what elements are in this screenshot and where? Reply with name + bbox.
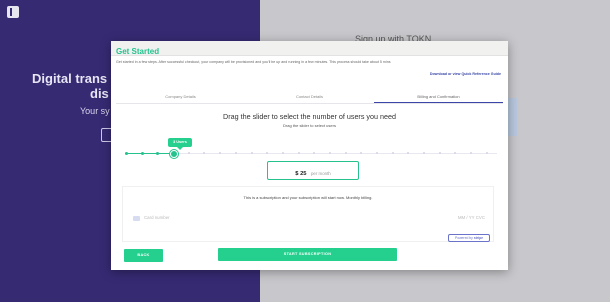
slider-tick[interactable]: [234, 152, 237, 154]
card-number-input[interactable]: Card number: [144, 215, 170, 220]
slider-fill: [125, 153, 174, 154]
modal-title: Get Started: [116, 47, 160, 56]
slider-tick[interactable]: [156, 152, 160, 155]
hero-subtext: Your sy: [80, 106, 110, 116]
subscription-panel: This is a subscription and your subscrip…: [122, 186, 494, 242]
price-unit: per month: [310, 171, 331, 176]
slider-tick[interactable]: [297, 152, 300, 154]
back-button[interactable]: BACK: [124, 249, 163, 262]
hero-heading: Digital trans: [32, 71, 108, 86]
stripe-logo: stripe: [473, 236, 484, 240]
users-count-badge: 3 Users: [168, 138, 192, 150]
modal-intro-text: Get started in a few steps. After succes…: [116, 60, 391, 64]
tab-billing-confirmation[interactable]: Billing and Confirmation: [374, 90, 503, 103]
slider-tick[interactable]: [344, 152, 347, 154]
credit-card-icon: [133, 216, 140, 221]
slider-tick[interactable]: [250, 152, 253, 154]
price-display: $ 25 per month: [267, 161, 359, 180]
slider-tick[interactable]: [438, 152, 441, 154]
price-amount: $ 25: [295, 171, 307, 177]
tab-contact-details[interactable]: Contact Details: [245, 90, 374, 103]
slider-tick[interactable]: [281, 152, 284, 154]
slider-track: [173, 153, 497, 154]
slider-title: Drag the slider to select the number of …: [223, 112, 396, 121]
powered-by-stripe-badge[interactable]: Powered by stripe: [448, 234, 490, 242]
slider-subtitle: Drag the slider to select users: [283, 123, 336, 128]
powered-by-label: Powered by: [454, 236, 473, 240]
slider-thumb[interactable]: [169, 149, 178, 158]
slider-tick[interactable]: [187, 152, 190, 154]
slider-tick[interactable]: [376, 152, 379, 154]
hero-heading-line2: dis: [90, 86, 109, 101]
start-subscription-button[interactable]: START SUBSCRIPTION: [218, 248, 397, 261]
subscription-note: This is a subscription and your subscrip…: [243, 195, 373, 200]
slider-tick[interactable]: [140, 152, 144, 155]
tab-company-details[interactable]: Company Details: [116, 90, 245, 103]
users-slider[interactable]: [125, 149, 497, 158]
quick-reference-guide-link[interactable]: Download or view Quick Reference Guide: [430, 72, 501, 76]
slider-tick[interactable]: [328, 152, 331, 154]
slider-tick[interactable]: [125, 152, 128, 155]
card-input-field[interactable]: Card number MM / YY CVC: [129, 213, 489, 225]
modal-header: Get Started: [111, 41, 508, 56]
step-tabs: Company Details Contact Details Billing …: [116, 90, 503, 104]
app-logo-icon: [7, 6, 19, 18]
slider-tick[interactable]: [391, 152, 394, 154]
card-expiry-cvc-input[interactable]: MM / YY CVC: [458, 215, 485, 220]
slider-tick[interactable]: [485, 152, 488, 154]
